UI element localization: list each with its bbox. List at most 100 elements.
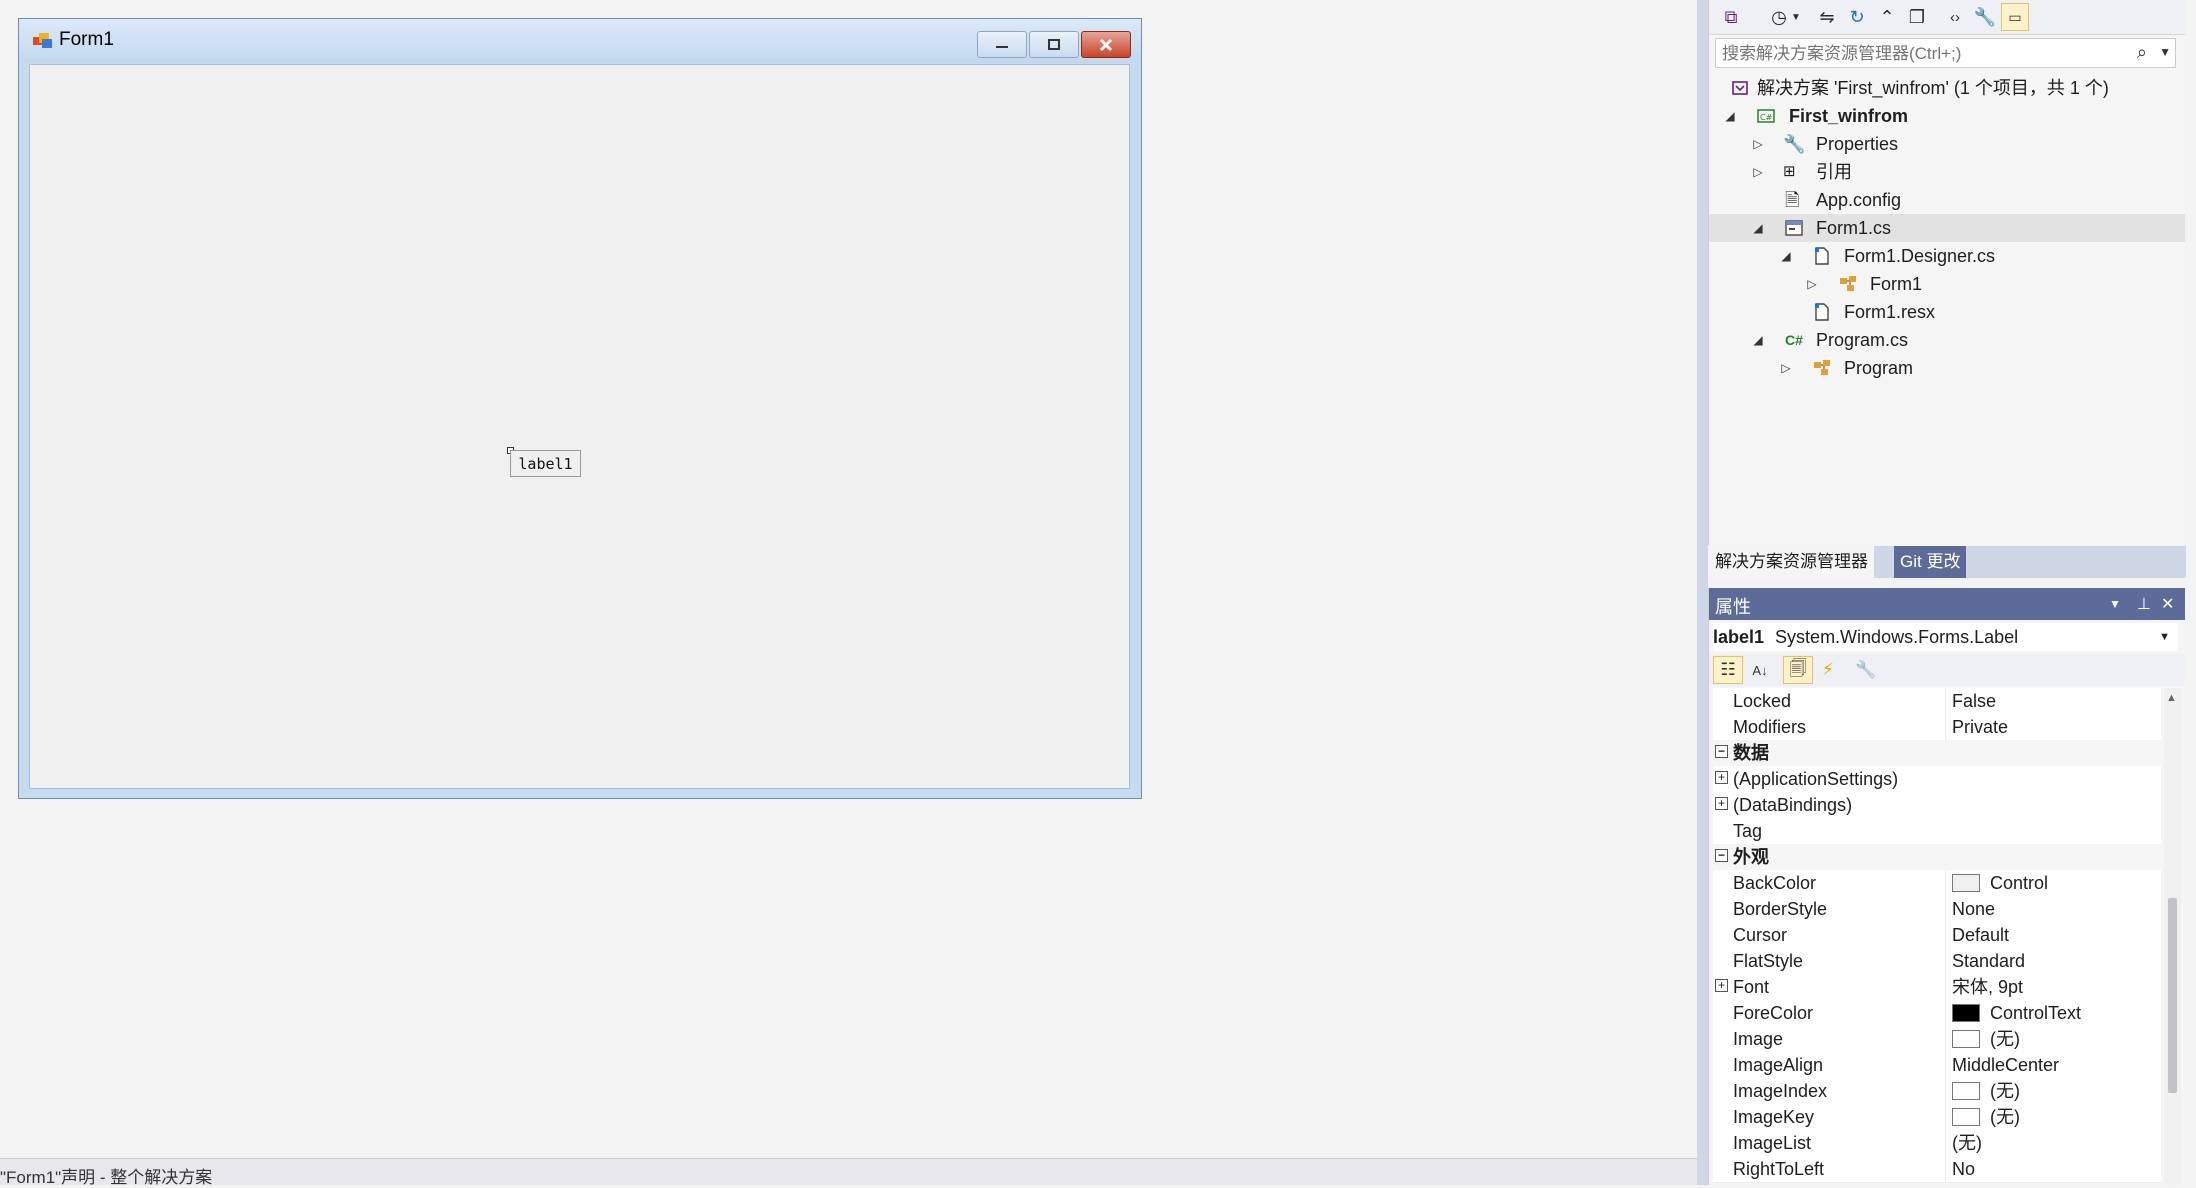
property-value-cell[interactable]: ControlText bbox=[1945, 1000, 2161, 1026]
property-value[interactable]: 宋体, 9pt bbox=[1945, 974, 2161, 1000]
solution-search-box[interactable]: ⌕ ▼ bbox=[1715, 38, 2176, 68]
tree-item-project[interactable]: ◢ C# First_winfrom bbox=[1709, 102, 2185, 130]
tree-item-form1-cs[interactable]: ◢ Form1.cs bbox=[1709, 214, 2185, 242]
property-grid-scrollbar[interactable]: ▲ bbox=[2164, 688, 2181, 1185]
collapse-category-icon[interactable]: − bbox=[1715, 745, 1728, 758]
property-value[interactable]: No bbox=[1945, 1156, 2161, 1182]
categorized-button[interactable]: ☷ bbox=[1713, 656, 1743, 684]
property-value-cell[interactable]: (无) bbox=[1945, 1104, 2161, 1130]
property-value-cell[interactable]: (无) bbox=[1945, 1078, 2161, 1104]
form-title-bar[interactable]: Form1 bbox=[19, 19, 1141, 63]
view-code-button[interactable]: ‹› bbox=[1941, 3, 1969, 31]
maximize-button[interactable] bbox=[1029, 31, 1079, 58]
chevron-down-icon[interactable]: ▼ bbox=[2159, 45, 2171, 59]
tree-item-properties[interactable]: ▷ 🔧 Properties bbox=[1709, 130, 2185, 158]
expanded-triangle-icon[interactable]: ◢ bbox=[1751, 326, 1765, 354]
chevron-down-icon[interactable]: ▼ bbox=[2159, 623, 2170, 651]
property-row-image[interactable]: Image (无) bbox=[1713, 1026, 2161, 1053]
form-client-area[interactable]: label1 bbox=[29, 64, 1130, 789]
tree-item-form1-designer-cs[interactable]: ◢ Form1.Designer.cs bbox=[1709, 242, 2185, 270]
expanded-triangle-icon[interactable]: ◢ bbox=[1723, 102, 1737, 130]
expand-property-icon[interactable]: + bbox=[1715, 979, 1728, 992]
property-row-imagealign[interactable]: ImageAlign MiddleCenter bbox=[1713, 1052, 2161, 1079]
scrollbar-thumb[interactable] bbox=[2168, 898, 2177, 1093]
tab-git-changes[interactable]: Git 更改 bbox=[1894, 546, 1967, 578]
collapsed-triangle-icon[interactable]: ▷ bbox=[1751, 158, 1765, 186]
property-row-imagelist[interactable]: ImageList (无) bbox=[1713, 1130, 2161, 1157]
property-row-cursor[interactable]: Cursor Default bbox=[1713, 922, 2161, 949]
expanded-triangle-icon[interactable]: ◢ bbox=[1779, 242, 1793, 270]
designer-surface[interactable]: Form1 label1 bbox=[0, 0, 1697, 1158]
panel-menu-button[interactable]: ▼ bbox=[2109, 597, 2121, 611]
class-icon bbox=[1840, 276, 1856, 291]
tree-item-solution[interactable]: 解决方案 'First_winfrom' (1 个项目，共 1 个) bbox=[1709, 74, 2185, 102]
property-row-imagekey[interactable]: ImageKey (无) bbox=[1713, 1104, 2161, 1131]
sync-button[interactable]: ⇋ bbox=[1813, 3, 1841, 31]
property-grid[interactable]: Locked False Modifiers Private − 数据 + (A… bbox=[1713, 688, 2161, 1185]
tree-item-app-config[interactable]: 🗎 App.config bbox=[1709, 186, 2185, 214]
property-row-modifiers[interactable]: Modifiers Private bbox=[1713, 714, 2161, 741]
panel-splitter[interactable] bbox=[1697, 0, 1708, 1185]
property-value[interactable]: (无) bbox=[1945, 1130, 2161, 1156]
events-button[interactable]: ⚡ bbox=[1813, 656, 1843, 684]
property-value[interactable]: Private bbox=[1945, 714, 2161, 740]
property-row-data-bindings[interactable]: + (DataBindings) bbox=[1713, 792, 2161, 819]
property-value[interactable]: Standard bbox=[1945, 948, 2161, 974]
preview-button[interactable]: ▭ bbox=[2001, 3, 2029, 31]
property-row-locked[interactable]: Locked False bbox=[1713, 688, 2161, 715]
property-row-righttoleft[interactable]: RightToLeft No bbox=[1713, 1156, 2161, 1183]
expand-property-icon[interactable]: + bbox=[1715, 797, 1728, 810]
refresh-button[interactable]: ↻ bbox=[1843, 3, 1871, 31]
pin-button[interactable]: ⊥ bbox=[2137, 594, 2151, 614]
property-row-application-settings[interactable]: + (ApplicationSettings) bbox=[1713, 766, 2161, 793]
tree-item-references[interactable]: ▷ ⊞ 引用 bbox=[1709, 158, 2185, 186]
vs-solution-button[interactable]: ⧉ bbox=[1717, 3, 1745, 31]
property-category-data[interactable]: − 数据 bbox=[1713, 740, 2161, 767]
property-pages-button[interactable]: 🔧 bbox=[1851, 656, 1881, 684]
collapsed-triangle-icon[interactable]: ▷ bbox=[1805, 270, 1819, 298]
property-value[interactable]: None bbox=[1945, 896, 2161, 922]
scroll-up-arrow-icon[interactable]: ▲ bbox=[2166, 692, 2177, 704]
expand-property-icon[interactable]: + bbox=[1715, 771, 1728, 784]
tree-item-form1-resx[interactable]: Form1.resx bbox=[1709, 298, 2185, 326]
expanded-triangle-icon[interactable]: ◢ bbox=[1751, 214, 1765, 242]
bottom-output-bar[interactable]: "Form1"声明 - 整个解决方案 bbox=[0, 1158, 1697, 1187]
collapse-all-button[interactable]: ⌃ bbox=[1873, 3, 1901, 31]
property-name: BackColor bbox=[1733, 873, 1817, 893]
search-icon[interactable]: ⌕ bbox=[2137, 42, 2147, 63]
property-category-appearance[interactable]: − 外观 bbox=[1713, 844, 2161, 871]
properties-button[interactable]: 🔧 bbox=[1971, 3, 1999, 31]
alphabetical-button[interactable]: A↓ bbox=[1745, 656, 1775, 684]
form-window[interactable]: Form1 label1 bbox=[18, 18, 1142, 799]
property-row-imageindex[interactable]: ImageIndex (无) bbox=[1713, 1078, 2161, 1105]
minimize-button[interactable] bbox=[977, 31, 1027, 58]
collapsed-triangle-icon[interactable]: ▷ bbox=[1751, 130, 1765, 158]
history-dropdown[interactable]: ▼ bbox=[1789, 3, 1803, 31]
property-value-cell[interactable]: (无) bbox=[1945, 1026, 2161, 1052]
properties-view-button[interactable]: 🗐 bbox=[1783, 656, 1813, 684]
tree-item-form1-class[interactable]: ▷ Form1 bbox=[1709, 270, 2185, 298]
label1-control[interactable]: label1 bbox=[510, 450, 581, 477]
property-row-backcolor[interactable]: BackColor Control bbox=[1713, 870, 2161, 897]
property-row-font[interactable]: + Font 宋体, 9pt bbox=[1713, 974, 2161, 1001]
tab-solution-explorer[interactable]: 解决方案资源管理器 bbox=[1709, 546, 1874, 578]
collapse-category-icon[interactable]: − bbox=[1715, 849, 1728, 862]
property-name: FlatStyle bbox=[1733, 951, 1804, 971]
close-panel-button[interactable]: ✕ bbox=[2161, 594, 2174, 614]
property-value[interactable]: MiddleCenter bbox=[1945, 1052, 2161, 1078]
property-row-tag[interactable]: Tag bbox=[1713, 818, 2161, 845]
object-selector[interactable]: label1 System.Windows.Forms.Label ▼ bbox=[1713, 623, 2178, 651]
property-value[interactable]: False bbox=[1945, 688, 2161, 714]
tree-item-program-class[interactable]: ▷ Program bbox=[1709, 354, 2185, 382]
property-value[interactable]: Default bbox=[1945, 922, 2161, 948]
solution-search-input[interactable] bbox=[1720, 41, 2124, 67]
tree-item-program-cs[interactable]: ◢ C# Program.cs bbox=[1709, 326, 2185, 354]
collapsed-triangle-icon[interactable]: ▷ bbox=[1779, 354, 1793, 382]
property-row-flatstyle[interactable]: FlatStyle Standard bbox=[1713, 948, 2161, 975]
history-icon: ◷ bbox=[1771, 6, 1787, 27]
property-value-cell[interactable]: Control bbox=[1945, 870, 2161, 896]
close-button[interactable] bbox=[1081, 31, 1131, 58]
property-row-forecolor[interactable]: ForeColor ControlText bbox=[1713, 1000, 2161, 1027]
show-all-files-button[interactable]: ❐ bbox=[1903, 3, 1931, 31]
property-row-borderstyle[interactable]: BorderStyle None bbox=[1713, 896, 2161, 923]
